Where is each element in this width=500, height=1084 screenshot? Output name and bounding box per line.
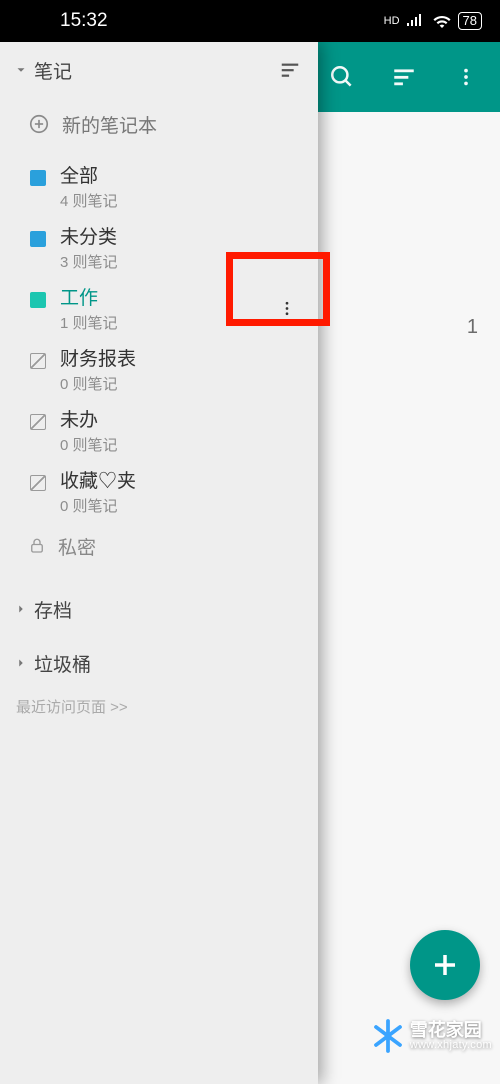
new-notebook-label: 新的笔记本 (62, 111, 157, 138)
section-notes-header[interactable]: 笔记 (0, 42, 318, 98)
notebook-item-2[interactable]: 工作1 则笔记 (0, 280, 318, 341)
watermark-url: www.xhjaty.com (410, 1040, 492, 1052)
nav-drawer: 笔记 新的笔记本 全部4 则笔记未分类3 则笔记工作1 则笔记财务报表0 则笔记… (0, 42, 318, 1084)
notebook-name: 财务报表 (60, 349, 136, 371)
notebook-outline-icon (30, 353, 46, 369)
notebook-count: 3 则笔记 (60, 251, 118, 272)
lock-icon (28, 537, 46, 555)
notebook-more-button[interactable] (278, 299, 296, 322)
section-notes-title: 笔记 (34, 57, 272, 84)
recent-pages-link[interactable]: 最近访问页面 >> (0, 690, 318, 717)
status-hd: HD (384, 16, 400, 27)
chevron-right-icon (10, 656, 32, 670)
search-button[interactable] (316, 51, 368, 103)
notebook-item-4[interactable]: 未办0 则笔记 (0, 402, 318, 463)
plus-icon (430, 950, 460, 980)
chevron-right-icon (10, 602, 32, 616)
signal-icon (406, 14, 426, 28)
fab-add[interactable] (410, 930, 480, 1000)
notebook-name: 未办 (60, 410, 118, 432)
watermark: 雪花家园 www.xhjaty.com (370, 1018, 492, 1054)
notebook-outline-icon (30, 475, 46, 491)
more-vert-icon (455, 66, 477, 88)
drawer-sort-button[interactable] (272, 52, 308, 88)
notebook-item-3[interactable]: 财务报表0 则笔记 (0, 341, 318, 402)
notebook-name: 未分类 (60, 227, 118, 249)
more-vert-icon (278, 299, 296, 317)
notebook-color-icon (30, 231, 46, 247)
page-count: 1 (467, 316, 478, 339)
status-bar: 15:32 HD 78 (0, 0, 500, 42)
notebook-count: 1 则笔记 (60, 312, 118, 333)
section-archive[interactable]: 存档 (0, 582, 318, 636)
overflow-button[interactable] (440, 51, 492, 103)
notebook-item-1[interactable]: 未分类3 则笔记 (0, 219, 318, 280)
notebook-item-0[interactable]: 全部4 则笔记 (0, 158, 318, 219)
main-content: 1 (318, 112, 500, 1084)
section-trash[interactable]: 垃圾桶 (0, 636, 318, 690)
notebook-name: 全部 (60, 166, 118, 188)
notebook-outline-icon (30, 414, 46, 430)
watermark-title: 雪花家园 (410, 1021, 492, 1040)
sort-icon (279, 59, 301, 81)
status-time: 15:32 (60, 10, 108, 32)
private-label: 私密 (58, 533, 96, 560)
notebook-name: 工作 (60, 288, 118, 310)
sort-button[interactable] (378, 51, 430, 103)
notebook-color-icon (30, 292, 46, 308)
notebook-count: 0 则笔记 (60, 495, 136, 516)
notebook-item-5[interactable]: 收藏♡夹0 则笔记 (0, 463, 318, 524)
archive-label: 存档 (34, 596, 72, 623)
snowflake-icon (370, 1018, 406, 1054)
sort-icon (391, 64, 417, 90)
add-circle-icon (28, 113, 50, 135)
trash-label: 垃圾桶 (34, 650, 91, 677)
wifi-icon (432, 14, 452, 28)
notebook-count: 0 则笔记 (60, 434, 118, 455)
new-notebook-button[interactable]: 新的笔记本 (0, 98, 318, 150)
notebook-color-icon (30, 170, 46, 186)
battery-indicator: 78 (458, 12, 482, 30)
notebook-name: 收藏♡夹 (60, 471, 136, 493)
notebook-count: 4 则笔记 (60, 190, 118, 211)
private-section[interactable]: 私密 (0, 524, 318, 568)
chevron-down-icon (10, 63, 32, 77)
search-icon (329, 64, 355, 90)
notebook-count: 0 则笔记 (60, 373, 136, 394)
